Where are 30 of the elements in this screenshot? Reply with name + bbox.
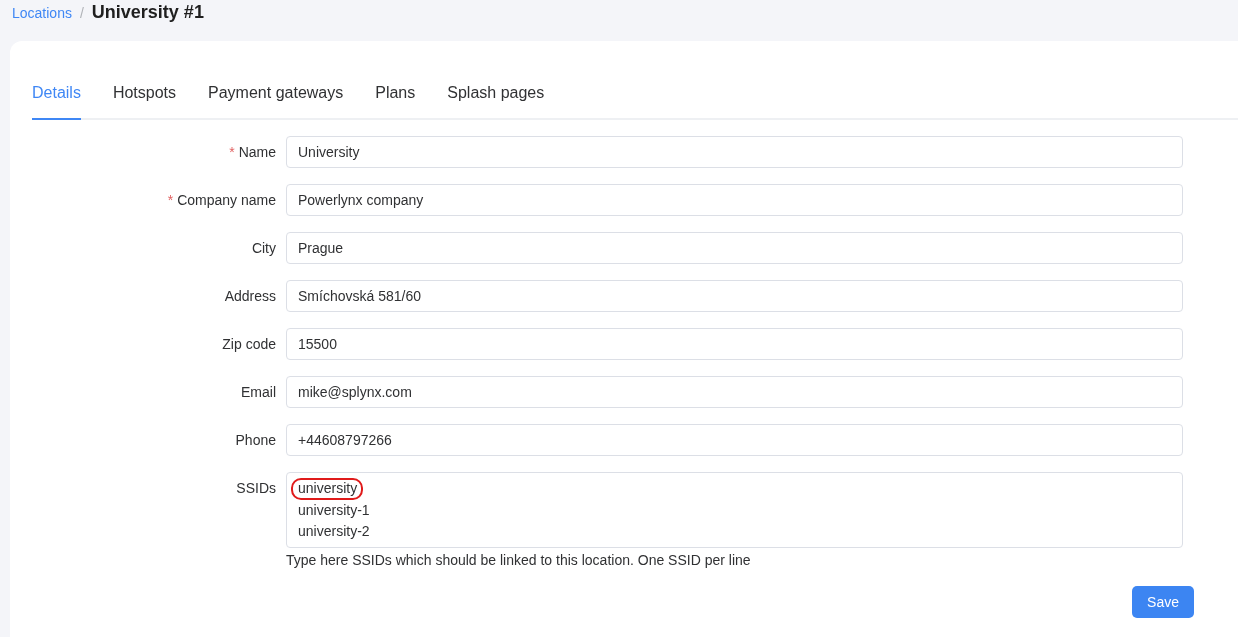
tab[interactable]: Payment gateways bbox=[208, 79, 344, 120]
field-label: Phone bbox=[235, 432, 276, 448]
input-field[interactable]: +44608797266 bbox=[286, 424, 1183, 456]
tab[interactable]: Details bbox=[32, 79, 81, 120]
ssids-textarea[interactable]: university university-1 university-2 bbox=[286, 472, 1183, 548]
tab[interactable]: Splash pages bbox=[447, 79, 545, 120]
field-label: Company name bbox=[177, 192, 276, 208]
save-button[interactable]: Save bbox=[1132, 586, 1194, 618]
field-label: Email bbox=[241, 384, 276, 400]
tab[interactable]: Plans bbox=[375, 79, 416, 120]
required-mark: * bbox=[167, 192, 174, 208]
tab[interactable]: Hotspots bbox=[112, 79, 177, 120]
field-label: Address bbox=[224, 288, 276, 304]
breadcrumb-separator: / bbox=[79, 5, 84, 21]
field-label: Zip code bbox=[222, 336, 276, 352]
help-text: Type here SSIDs which should be linked to this location. One SSID per line bbox=[286, 552, 752, 568]
textarea-line: university bbox=[298, 478, 358, 500]
input-field[interactable]: Smíchovská 581/60 bbox=[286, 280, 1183, 312]
field-label: Name bbox=[238, 144, 276, 160]
textarea-line: university-2 bbox=[298, 522, 370, 541]
field-label: City bbox=[251, 240, 276, 256]
required-mark: * bbox=[229, 144, 235, 160]
input-field[interactable]: mike@splynx.com bbox=[286, 376, 1183, 408]
input-field[interactable]: University bbox=[286, 136, 1183, 168]
textarea-line: university-1 bbox=[298, 500, 370, 520]
field-label: SSIDs bbox=[236, 480, 276, 496]
input-field[interactable]: Prague bbox=[286, 232, 1183, 264]
page-title: University #1 bbox=[91, 2, 204, 23]
input-field[interactable]: Powerlynx company bbox=[286, 184, 1183, 216]
input-field[interactable]: 15500 bbox=[286, 328, 1183, 360]
